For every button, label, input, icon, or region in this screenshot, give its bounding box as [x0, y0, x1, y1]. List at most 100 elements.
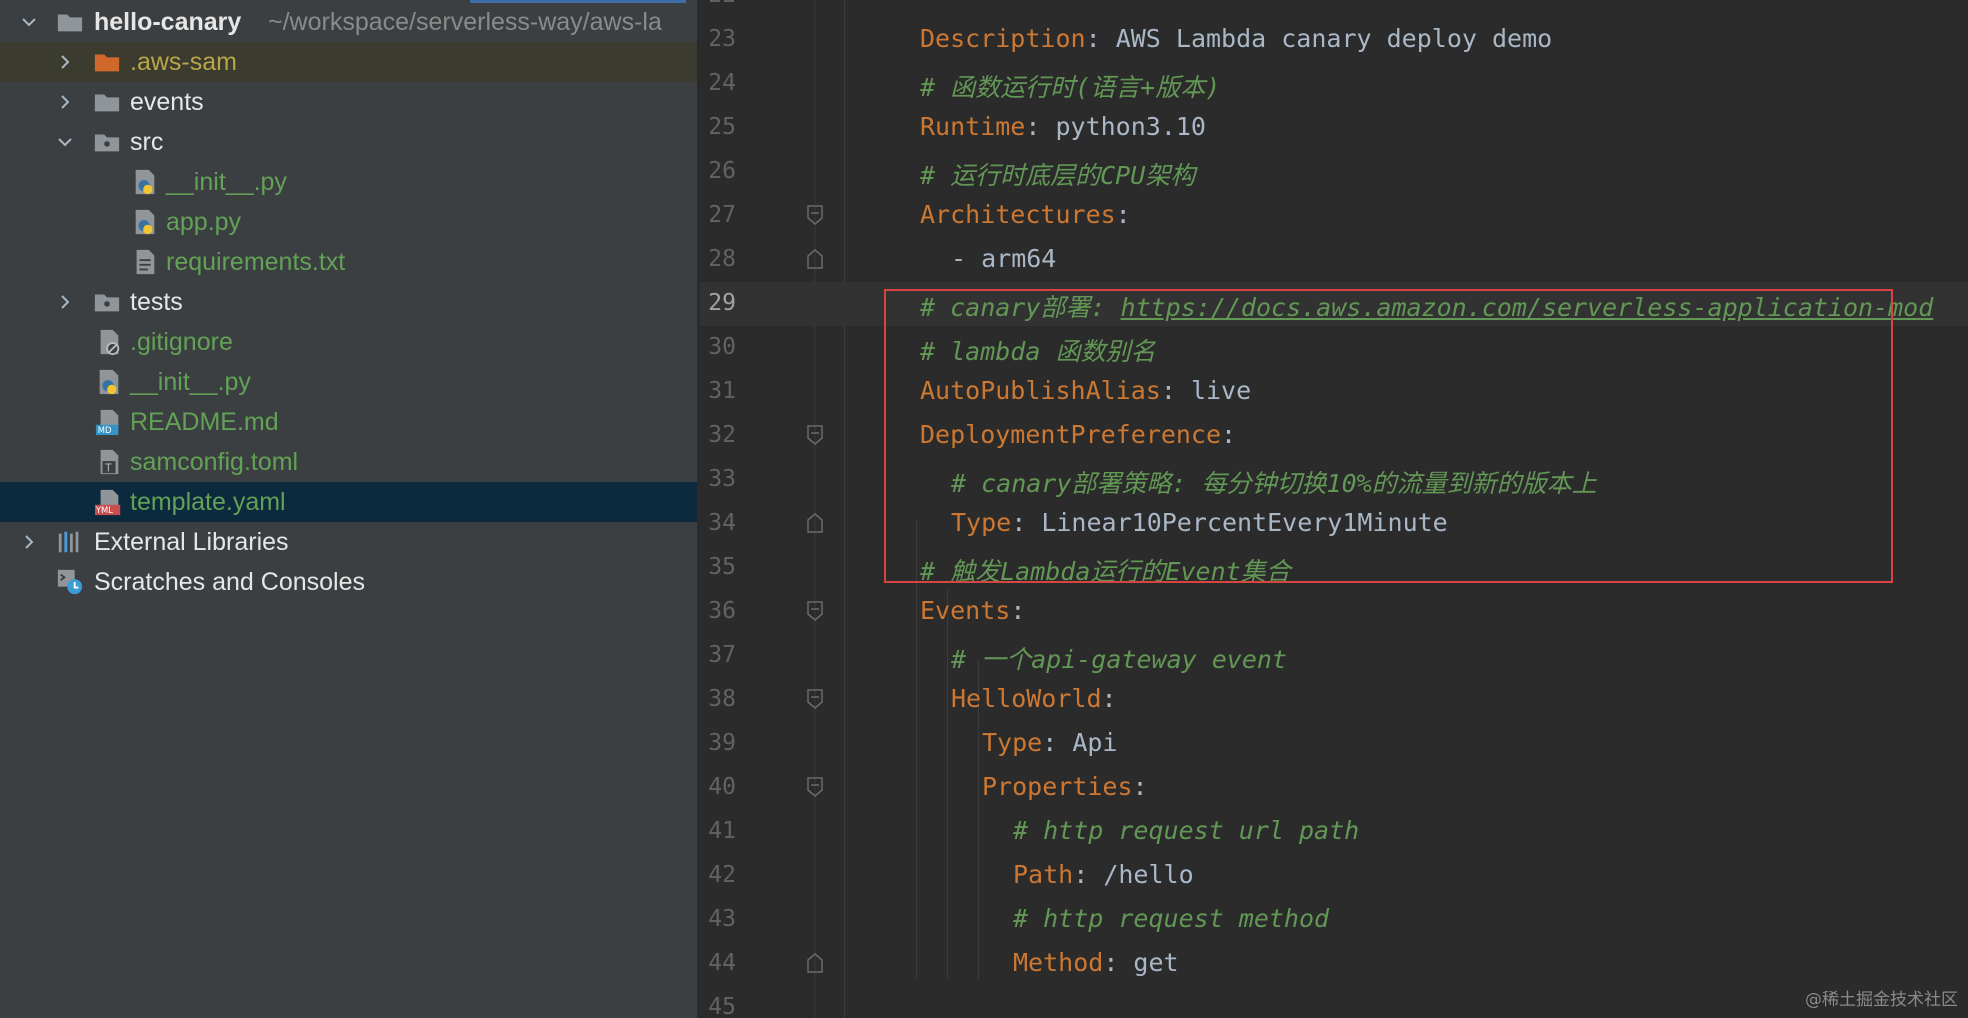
line-number: 39	[708, 730, 736, 756]
tree-item-label: events	[130, 87, 204, 116]
tree-item-label: __init__.py	[130, 367, 251, 396]
code-line[interactable]: 22	[700, 0, 1968, 18]
svg-text:MD: MD	[98, 425, 112, 435]
comment: # 一个api-gateway event	[951, 645, 1287, 674]
yaml-sep: :	[1073, 860, 1089, 889]
line-number: 41	[708, 818, 736, 844]
line-number: 32	[708, 422, 736, 448]
project-tree-panel: hello-canary ~/workspace/serverless-way/…	[0, 0, 697, 1018]
yaml-value: AWS Lambda canary deploy demo	[1100, 24, 1553, 53]
tree-item-tests[interactable]: tests	[0, 282, 697, 322]
chevron-down-icon[interactable]	[56, 133, 74, 151]
python-file-icon	[94, 367, 124, 397]
project-path: ~/workspace/serverless-way/aws-la	[268, 7, 662, 36]
chevron-down-icon[interactable]	[20, 13, 38, 31]
tree-item-requirements-txt[interactable]: requirements.txt	[0, 242, 697, 282]
yaml-sep: :	[1103, 948, 1119, 977]
fold-open-icon[interactable]	[806, 776, 824, 798]
line-number: 25	[708, 114, 736, 140]
line-number: 28	[708, 246, 736, 272]
folder-icon	[55, 7, 85, 37]
tree-item-label: .aws-sam	[130, 47, 237, 76]
chevron-right-icon[interactable]	[56, 53, 74, 71]
tree-item-init-py-src[interactable]: __init__.py	[0, 162, 697, 202]
code-line[interactable]: 43 # http request method	[700, 898, 1968, 942]
tree-item-aws-sam[interactable]: .aws-sam	[0, 42, 697, 82]
code-line[interactable]: 36 Events:	[700, 590, 1968, 634]
tree-item-samconfig-toml[interactable]: T samconfig.toml	[0, 442, 697, 482]
code-line[interactable]: 37 # 一个api-gateway event	[700, 634, 1968, 678]
code-line[interactable]: 28 - arm64	[700, 238, 1968, 282]
fold-end-icon[interactable]	[806, 952, 824, 974]
markdown-file-icon: MD	[94, 407, 124, 437]
tree-item-init-py-root[interactable]: __init__.py	[0, 362, 697, 402]
tree-item-gitignore[interactable]: .gitignore	[0, 322, 697, 362]
toml-file-icon: T	[94, 447, 124, 477]
code-content: Type: Api	[982, 728, 1118, 757]
line-number: 29	[708, 290, 736, 316]
line-number: 26	[708, 158, 736, 184]
code-line[interactable]: 39 Type: Api	[700, 722, 1968, 766]
folder-icon	[92, 87, 122, 117]
tree-item-app-py[interactable]: app.py	[0, 202, 697, 242]
code-line[interactable]: 25 Runtime: python3.10	[700, 106, 1968, 150]
yaml-key: Type	[982, 728, 1043, 757]
tree-item-scratches-consoles[interactable]: Scratches and Consoles	[0, 562, 697, 602]
tree-item-readme-md[interactable]: MD README.md	[0, 402, 697, 442]
code-content: Method: get	[1013, 948, 1179, 977]
ignore-file-icon	[94, 327, 124, 357]
line-number: 22	[700, 0, 736, 8]
folder-orange-icon	[92, 47, 122, 77]
yaml-file-icon: YML	[94, 487, 124, 517]
tree-item-label: README.md	[130, 407, 279, 436]
tree-item-template-yaml[interactable]: YML template.yaml	[0, 482, 697, 522]
yaml-key: Events	[920, 596, 1011, 625]
line-number: 31	[708, 378, 736, 404]
yaml-key: Method	[1013, 948, 1104, 977]
fold-open-icon[interactable]	[806, 424, 824, 446]
comment: # http request url path	[1013, 816, 1360, 845]
watermark: @稀土掘金技术社区	[1805, 990, 1958, 1010]
code-line[interactable]: 40 Properties:	[700, 766, 1968, 810]
line-number: 23	[708, 26, 736, 52]
chevron-right-icon[interactable]	[56, 293, 74, 311]
project-name: hello-canary	[94, 7, 242, 36]
code-content: Events:	[920, 596, 1025, 625]
code-content: HelloWorld:	[951, 684, 1117, 713]
code-content: Properties:	[982, 772, 1148, 801]
fold-end-icon[interactable]	[806, 512, 824, 534]
yaml-key: Properties	[982, 772, 1133, 801]
code-line[interactable]: 27 Architectures:	[700, 194, 1968, 238]
code-line[interactable]: 44 Method: get	[700, 942, 1968, 986]
line-number: 42	[708, 862, 736, 888]
yaml-value: /hello	[1088, 860, 1194, 889]
code-line[interactable]: 41 # http request url path	[700, 810, 1968, 854]
fold-open-icon[interactable]	[806, 204, 824, 226]
code-line[interactable]: 38 HelloWorld:	[700, 678, 1968, 722]
code-editor[interactable]: 22 23 Description: AWS Lambda canary dep…	[700, 0, 1968, 1018]
fold-end-icon[interactable]	[806, 248, 824, 270]
yaml-sep: :	[1101, 684, 1117, 713]
code-content: Path: /hello	[1013, 860, 1194, 889]
svg-text:YML: YML	[95, 505, 113, 515]
code-line[interactable]: 45	[700, 986, 1968, 1018]
tree-item-label: app.py	[166, 207, 242, 236]
libraries-icon	[55, 527, 85, 557]
tree-root-hello-canary[interactable]: hello-canary ~/workspace/serverless-way/…	[0, 2, 697, 42]
line-number: 33	[708, 466, 736, 492]
fold-open-icon[interactable]	[806, 600, 824, 622]
line-number: 37	[708, 642, 736, 668]
chevron-right-icon[interactable]	[20, 533, 38, 551]
line-number: 35	[708, 554, 736, 580]
chevron-right-icon[interactable]	[56, 93, 74, 111]
code-line[interactable]: 42 Path: /hello	[700, 854, 1968, 898]
svg-text:T: T	[104, 462, 112, 474]
fold-open-icon[interactable]	[806, 688, 824, 710]
code-line[interactable]: 26 # 运行时底层的CPU架构	[700, 150, 1968, 194]
tree-item-external-libraries[interactable]: External Libraries	[0, 522, 697, 562]
code-line[interactable]: 23 Description: AWS Lambda canary deploy…	[700, 18, 1968, 62]
tree-item-events[interactable]: events	[0, 82, 697, 122]
tree-item-src[interactable]: src	[0, 122, 697, 162]
code-line[interactable]: 24 # 函数运行时(语言+版本)	[700, 62, 1968, 106]
line-number: 27	[708, 202, 736, 228]
